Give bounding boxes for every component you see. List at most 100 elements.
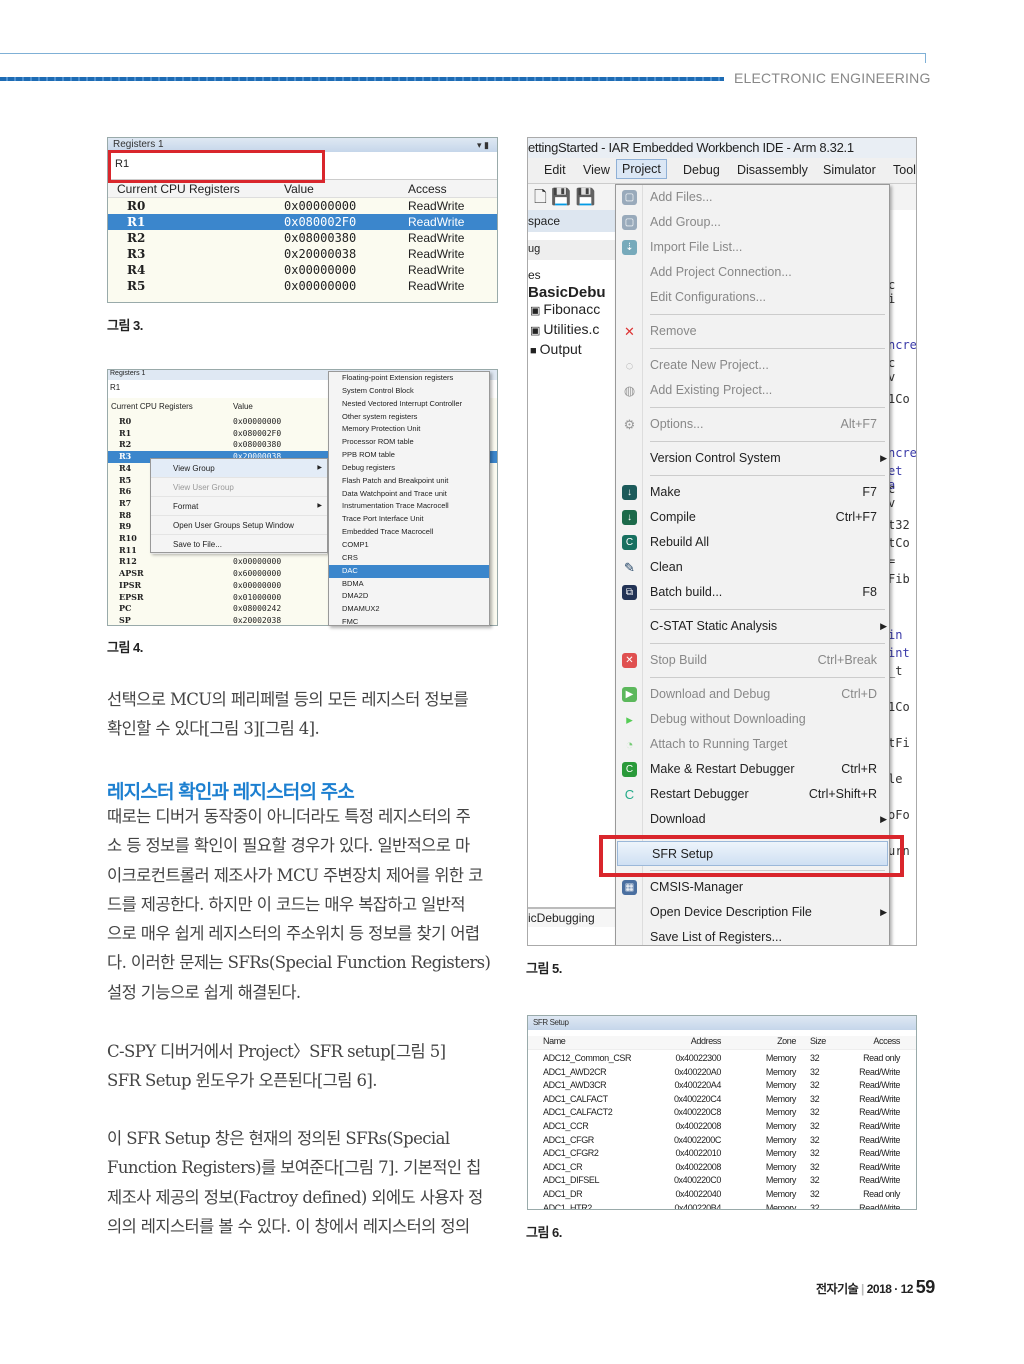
workspace-file[interactable]: ▣ Fibonacc <box>528 301 615 321</box>
menu-item-compile[interactable]: ↓ Compile Ctrl+F7 <box>616 505 889 530</box>
submenu-item[interactable]: Trace Port Interface Unit <box>329 513 489 526</box>
menu-item-rebuild-all[interactable]: C Rebuild All <box>616 530 889 555</box>
menu-item-save-list-of-registers[interactable]: Save List of Registers... <box>616 925 889 945</box>
sfr-row[interactable]: ADC1_HTR2 0x400220B4 Memory 32 Read/Write <box>528 1202 916 1210</box>
menu-item-stop-build[interactable]: ✕ Stop Build Ctrl+Break <box>616 648 889 673</box>
menu-item-open-device-description-file[interactable]: Open Device Description File ▶ <box>616 900 889 925</box>
menubar-tools[interactable]: Tools <box>888 161 916 179</box>
menu-item-add-group[interactable]: ▢ Add Group... <box>616 210 889 235</box>
context-menu-item[interactable]: Format ▶ <box>151 497 327 516</box>
sfr-zone: Memory <box>765 1202 797 1210</box>
sfr-row[interactable]: ADC1_CALFACT2 0x400220C8 Memory 32 Read/Writ… <box>528 1106 916 1120</box>
new-file-icon[interactable]: 🗋 <box>534 189 547 206</box>
sfr-row[interactable]: ADC1_CCR 0x40022008 Memory 32 Read/Write <box>528 1120 916 1134</box>
table-row[interactable]: R3 0x20000038 ReadWrite <box>108 246 497 262</box>
menubar-debug[interactable]: Debug <box>678 161 725 179</box>
pin-icon[interactable]: ▾ ▮ <box>477 138 489 152</box>
submenu-item[interactable]: Memory Protection Unit <box>329 423 489 436</box>
sfr-row[interactable]: ADC1_CALFACT 0x400220C4 Memory 32 Read/Write <box>528 1093 916 1107</box>
table-row[interactable]: R5 0x00000000 ReadWrite <box>108 278 497 294</box>
column-header-name[interactable]: Name <box>543 1036 566 1046</box>
submenu-item[interactable]: System Control Block <box>329 385 489 398</box>
sfr-row[interactable]: ADC1_CFGR2 0x40022010 Memory 32 Read/Write <box>528 1147 916 1161</box>
menu-item-cmsis-manager[interactable]: ▦ CMSIS-Manager <box>616 875 889 900</box>
menu-item-make-restart-debugger[interactable]: C Make & Restart Debugger Ctrl+R <box>616 757 889 782</box>
submenu-item[interactable]: COMP1 <box>329 539 489 552</box>
project-node[interactable]: BasicDebu <box>528 284 615 301</box>
workspace-file[interactable]: ▣ Utilities.c <box>528 321 615 341</box>
workspace-config[interactable]: ug <box>528 240 615 260</box>
submenu-item[interactable]: Processor ROM table <box>329 436 489 449</box>
context-menu-item[interactable]: Open User Groups Setup Window <box>151 516 327 535</box>
context-menu-item[interactable]: View Group ▶ <box>151 459 327 478</box>
submenu-item[interactable]: Instrumentation Trace Macrocell <box>329 500 489 513</box>
column-header[interactable]: Access <box>408 182 447 196</box>
menubar-view[interactable]: View <box>578 161 615 179</box>
menu-item-debug-without-downloading[interactable]: ▸ Debug without Downloading <box>616 707 889 732</box>
column-header-zone[interactable]: Zone <box>777 1036 796 1046</box>
menu-item-download-and-debug[interactable]: ▶ Download and Debug Ctrl+D <box>616 682 889 707</box>
sfr-row[interactable]: ADC1_AWD2CR 0x400220A0 Memory 32 Read/Write <box>528 1066 916 1080</box>
submenu-item[interactable]: Debug registers <box>329 462 489 475</box>
sfr-row[interactable]: ADC12_Common_CSR 0x40022300 Memory 32 Read o… <box>528 1052 916 1066</box>
menubar-simulator[interactable]: Simulator <box>818 161 881 179</box>
table-row[interactable]: R4 0x00000000 ReadWrite <box>108 262 497 278</box>
register-name: SP <box>119 614 131 625</box>
submenu-item[interactable]: PPB ROM table <box>329 449 489 462</box>
column-header-address[interactable]: Address <box>691 1036 722 1046</box>
menu-item-restart-debugger[interactable]: C Restart Debugger Ctrl+Shift+R <box>616 782 889 807</box>
sfr-row[interactable]: ADC1_AWD3CR 0x400220A4 Memory 32 Read/Write <box>528 1079 916 1093</box>
sfr-name: ADC12_Common_CSR <box>543 1053 632 1063</box>
table-row[interactable]: R2 0x08000380 ReadWrite <box>108 230 497 246</box>
menu-item-edit-configurations[interactable]: Edit Configurations... <box>616 285 889 310</box>
submenu-item[interactable]: DMA2D <box>329 590 489 603</box>
submenu-item[interactable]: Data Watchpoint and Trace unit <box>329 488 489 501</box>
menubar-disassembly[interactable]: Disassembly <box>732 161 813 179</box>
menu-item-make[interactable]: ↓ Make F7 <box>616 480 889 505</box>
submenu-item[interactable]: Other system registers <box>329 411 489 424</box>
menu-item-download[interactable]: Download ▶ <box>616 807 889 832</box>
submenu-item[interactable]: Embedded Trace Macrocell <box>329 526 489 539</box>
column-header[interactable]: Current CPU Registers <box>111 402 193 411</box>
menu-item-options[interactable]: ⚙ Options... Alt+F7 <box>616 412 889 437</box>
column-header-size[interactable]: Size <box>810 1036 826 1046</box>
menubar-project[interactable]: Project <box>616 159 667 179</box>
submenu-item[interactable]: Floating-point Extension registers <box>329 372 489 385</box>
workspace-tab[interactable]: icDebugging <box>528 907 616 927</box>
context-menu-item[interactable]: Save to File... <box>151 535 327 554</box>
menu-item-add-existing-project[interactable]: ◍ Add Existing Project... <box>616 378 889 403</box>
menu-item-version-control-system[interactable]: Version Control System ▶ <box>616 446 889 471</box>
workspace-file[interactable]: ■ Output <box>528 341 615 361</box>
table-row[interactable]: R1 0x080002F0 ReadWrite <box>108 214 497 230</box>
menu-item-add-project-connection[interactable]: Add Project Connection... <box>616 260 889 285</box>
submenu-item[interactable]: DAC <box>329 564 489 578</box>
column-header[interactable]: Value <box>233 402 253 411</box>
table-row[interactable]: R0 0x00000000 ReadWrite <box>108 198 497 214</box>
save-all-icon[interactable]: 💾 <box>576 189 596 206</box>
menu-item-import-file-list[interactable]: ⇣ Import File List... <box>616 235 889 260</box>
sfr-row[interactable]: ADC1_CR 0x40022008 Memory 32 Read/Write <box>528 1161 916 1175</box>
column-header[interactable]: Value <box>284 182 314 196</box>
menubar-edit[interactable]: Edit <box>539 161 571 179</box>
menu-item-create-new-project[interactable]: ◌ Create New Project... <box>616 353 889 378</box>
menu-item-attach-to-running-target[interactable]: ◔ Attach to Running Target <box>616 732 889 757</box>
menu-item-batch-build[interactable]: ⧉ Batch build... F8 <box>616 580 889 605</box>
menu-item-add-files[interactable]: ▢ Add Files... <box>616 185 889 210</box>
sfr-row[interactable]: ADC1_DR 0x40022040 Memory 32 Read only <box>528 1188 916 1202</box>
menu-item-clean[interactable]: ✎ Clean <box>616 555 889 580</box>
column-header-access[interactable]: Access <box>873 1036 900 1046</box>
submenu-item[interactable]: Nested Vectored Interrupt Controller <box>329 398 489 411</box>
submenu-item[interactable]: DMAMUX2 <box>329 603 489 616</box>
column-header[interactable]: Current CPU Registers <box>117 182 240 196</box>
menu-item-c-stat-static-analysis[interactable]: C-STAT Static Analysis ▶ <box>616 614 889 639</box>
table-header: Name Address Zone Size Access <box>528 1036 916 1050</box>
save-icon[interactable]: 💾 <box>551 189 571 206</box>
sfr-row[interactable]: ADC1_CFGR 0x4002200C Memory 32 Read/Write <box>528 1134 916 1148</box>
sfr-row[interactable]: ADC1_DIFSEL 0x400220C0 Memory 32 Read/Write <box>528 1174 916 1188</box>
menu-item-remove[interactable]: ✕ Remove <box>616 319 889 344</box>
submenu-item[interactable]: CRS <box>329 552 489 565</box>
menu-item-shortcut: Ctrl+D <box>841 687 877 701</box>
submenu-item[interactable]: FMC <box>329 616 489 625</box>
submenu-item[interactable]: Flash Patch and Breakpoint unit <box>329 475 489 488</box>
submenu-item[interactable]: BDMA <box>329 578 489 591</box>
